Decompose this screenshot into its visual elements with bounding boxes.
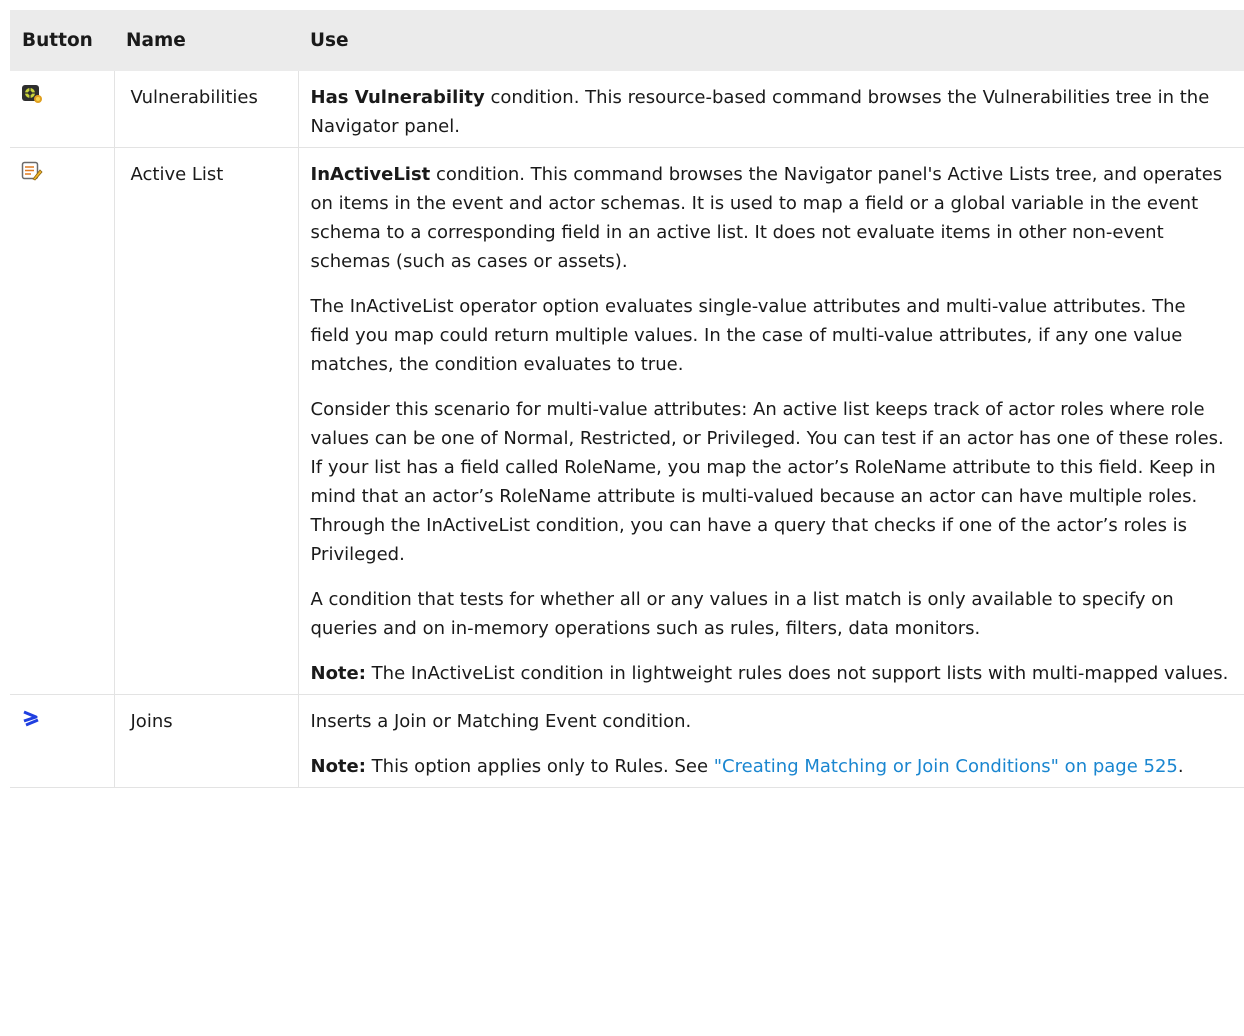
reference-table: Button Name Use Vulnerabilities Has Vuln… — [10, 10, 1244, 788]
use-paragraph: Consider this scenario for multi-value a… — [310, 399, 1224, 565]
table-header-row: Button Name Use — [10, 10, 1244, 71]
use-paragraph: InActiveList condition. This command bro… — [310, 164, 1223, 272]
joins-icon — [21, 708, 114, 728]
note-paragraph: Note: The InActiveList condition in ligh… — [310, 663, 1229, 684]
table-row: Active List InActiveList condition. This… — [10, 147, 1244, 695]
row-name: Joins — [114, 694, 299, 788]
use-paragraph: A condition that tests for whether all o… — [310, 589, 1174, 639]
active-list-icon — [21, 161, 114, 181]
note-paragraph: Note: This option applies only to Rules.… — [310, 756, 1184, 777]
header-use: Use — [298, 10, 1244, 71]
header-button: Button — [10, 10, 114, 71]
use-paragraph: Has Vulnerability condition. This resour… — [310, 87, 1210, 137]
use-paragraph: Inserts a Join or Matching Event conditi… — [310, 711, 692, 732]
row-name: Vulnerabilities — [114, 71, 299, 148]
vulnerability-icon — [21, 84, 114, 104]
row-name: Active List — [114, 147, 299, 695]
table-row: Vulnerabilities Has Vulnerability condit… — [10, 71, 1244, 148]
creating-matching-join-conditions-link[interactable]: "Creating Matching or Join Conditions" o… — [714, 756, 1178, 777]
table-row: Joins Inserts a Join or Matching Event c… — [10, 694, 1244, 788]
use-paragraph: The InActiveList operator option evaluat… — [310, 296, 1186, 375]
header-name: Name — [114, 10, 298, 71]
